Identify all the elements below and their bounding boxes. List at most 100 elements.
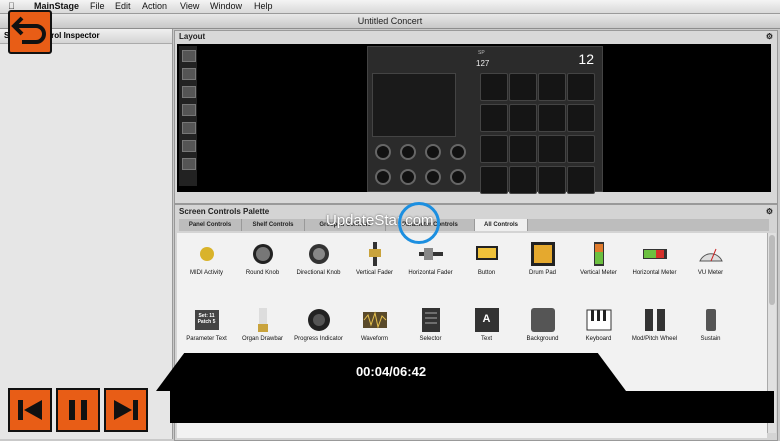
drum-pad-icon (530, 241, 556, 267)
control-button[interactable]: Button (459, 235, 514, 299)
layout-canvas[interactable]: SP 127 12 (177, 44, 771, 194)
progress-indicator-icon (306, 307, 332, 333)
knob[interactable] (375, 169, 391, 185)
drum-pad[interactable] (509, 166, 537, 194)
scroll-thumb[interactable] (769, 235, 775, 305)
palette-tabs: Panel Controls Shelf Controls Grouped Co… (179, 219, 769, 231)
waveform-icon (362, 307, 388, 333)
menu-edit[interactable]: Edit (115, 1, 131, 11)
synth-label: SP (478, 50, 485, 56)
control-round-knob[interactable]: Round Knob (235, 235, 290, 299)
control-sustain[interactable]: Sustain (683, 301, 738, 365)
drum-pad[interactable] (538, 135, 566, 163)
control-label: Sustain (700, 336, 721, 342)
tool-icon[interactable] (182, 86, 196, 98)
drum-pad[interactable] (567, 73, 595, 101)
vertical-meter-icon (586, 241, 612, 267)
drum-pad[interactable] (567, 135, 595, 163)
vu-meter-icon (698, 241, 724, 267)
control-label: Vertical Meter (580, 270, 617, 276)
drum-pad[interactable] (480, 135, 508, 163)
tool-icon[interactable] (182, 68, 196, 80)
drum-pad[interactable] (567, 104, 595, 132)
tool-icon[interactable] (182, 140, 196, 152)
tab-all-controls[interactable]: All Controls (475, 219, 528, 231)
control-midi-activity[interactable]: MIDI Activity (179, 235, 234, 299)
mod-pitch-wheel-icon (642, 307, 668, 333)
control-label: Organ Drawbar (241, 336, 283, 342)
control-label: Background (526, 336, 559, 342)
drum-pad[interactable] (538, 104, 566, 132)
progress-bar[interactable] (170, 391, 774, 423)
menu-file[interactable]: File (90, 1, 105, 11)
knob[interactable] (425, 169, 441, 185)
drum-pad[interactable] (480, 166, 508, 194)
control-drum-pad[interactable]: Drum Pad (515, 235, 570, 299)
screen-control-inspector: Screen Control Inspector (0, 29, 173, 439)
pause-button[interactable] (56, 388, 100, 432)
patch-list[interactable] (372, 73, 456, 137)
control-label: Keyboard (585, 336, 612, 342)
selector-icon (418, 307, 444, 333)
drum-pad[interactable] (480, 104, 508, 132)
control-vertical-fader[interactable]: Vertical Fader (347, 235, 402, 299)
control-label: VU Meter (697, 270, 724, 276)
drum-pad[interactable] (480, 73, 508, 101)
control-vu-meter[interactable]: VU Meter (683, 235, 738, 299)
skip-forward-button[interactable] (104, 388, 148, 432)
drum-pad[interactable] (509, 135, 537, 163)
control-label: Horizontal Fader (408, 270, 453, 276)
button-icon (474, 241, 500, 267)
menu-window[interactable]: Window (210, 1, 242, 11)
knob[interactable] (425, 144, 441, 160)
knob-group (372, 143, 472, 189)
skip-back-icon (18, 400, 42, 420)
skip-back-button[interactable] (8, 388, 52, 432)
control-label: Mod/Pitch Wheel (631, 336, 678, 342)
control-directional-knob[interactable]: Directional Knob (291, 235, 346, 299)
cursor-highlight (398, 202, 440, 244)
control-horizontal-meter[interactable]: Horizontal Meter (627, 235, 682, 299)
parameter-text-value: Set: 11 Patch 5 (197, 313, 216, 325)
drum-pad[interactable] (538, 73, 566, 101)
layout-title: Layout (179, 32, 206, 41)
tool-icon[interactable] (182, 122, 196, 134)
menu-action[interactable]: Action (142, 1, 167, 11)
knob[interactable] (400, 144, 416, 160)
tab-panel-controls[interactable]: Panel Controls (179, 219, 242, 231)
horizontal-meter-icon (642, 241, 668, 267)
midi-activity-icon (194, 241, 220, 267)
knob[interactable] (375, 144, 391, 160)
control-mod-pitch-wheel[interactable]: Mod/Pitch Wheel (627, 301, 682, 365)
back-button[interactable] (8, 10, 52, 54)
menu-help[interactable]: Help (254, 1, 273, 11)
drum-pad[interactable] (538, 166, 566, 194)
drum-pad[interactable] (509, 104, 537, 132)
menu-view[interactable]: View (180, 1, 199, 11)
layout-gear-icon[interactable]: ⚙ (766, 31, 773, 43)
pause-icon (69, 400, 87, 420)
time-overlay: 00:04/06:42 (156, 353, 626, 391)
tool-icon[interactable] (182, 104, 196, 116)
tab-shelf-controls[interactable]: Shelf Controls (242, 219, 305, 231)
drum-pad[interactable] (509, 73, 537, 101)
background-icon (530, 307, 556, 333)
tool-icon[interactable] (182, 158, 196, 170)
knob[interactable] (400, 169, 416, 185)
organ-drawbar-icon (250, 307, 276, 333)
directional-knob-icon (306, 241, 332, 267)
knob[interactable] (450, 144, 466, 160)
drum-pad[interactable] (567, 166, 595, 194)
control-label: Directional Knob (296, 270, 341, 276)
control-label: MIDI Activity (189, 270, 223, 276)
palette-gear-icon[interactable]: ⚙ (766, 206, 773, 218)
palette-title: Screen Controls Palette (179, 207, 270, 216)
knob[interactable] (450, 169, 466, 185)
control-label: Round Knob (245, 270, 280, 276)
round-knob-icon (250, 241, 276, 267)
control-label: Selector (419, 336, 442, 342)
control-horizontal-fader[interactable]: Horizontal Fader (403, 235, 458, 299)
tool-icon[interactable] (182, 50, 196, 62)
synth-panel[interactable]: SP 127 12 (367, 46, 603, 194)
control-vertical-meter[interactable]: Vertical Meter (571, 235, 626, 299)
